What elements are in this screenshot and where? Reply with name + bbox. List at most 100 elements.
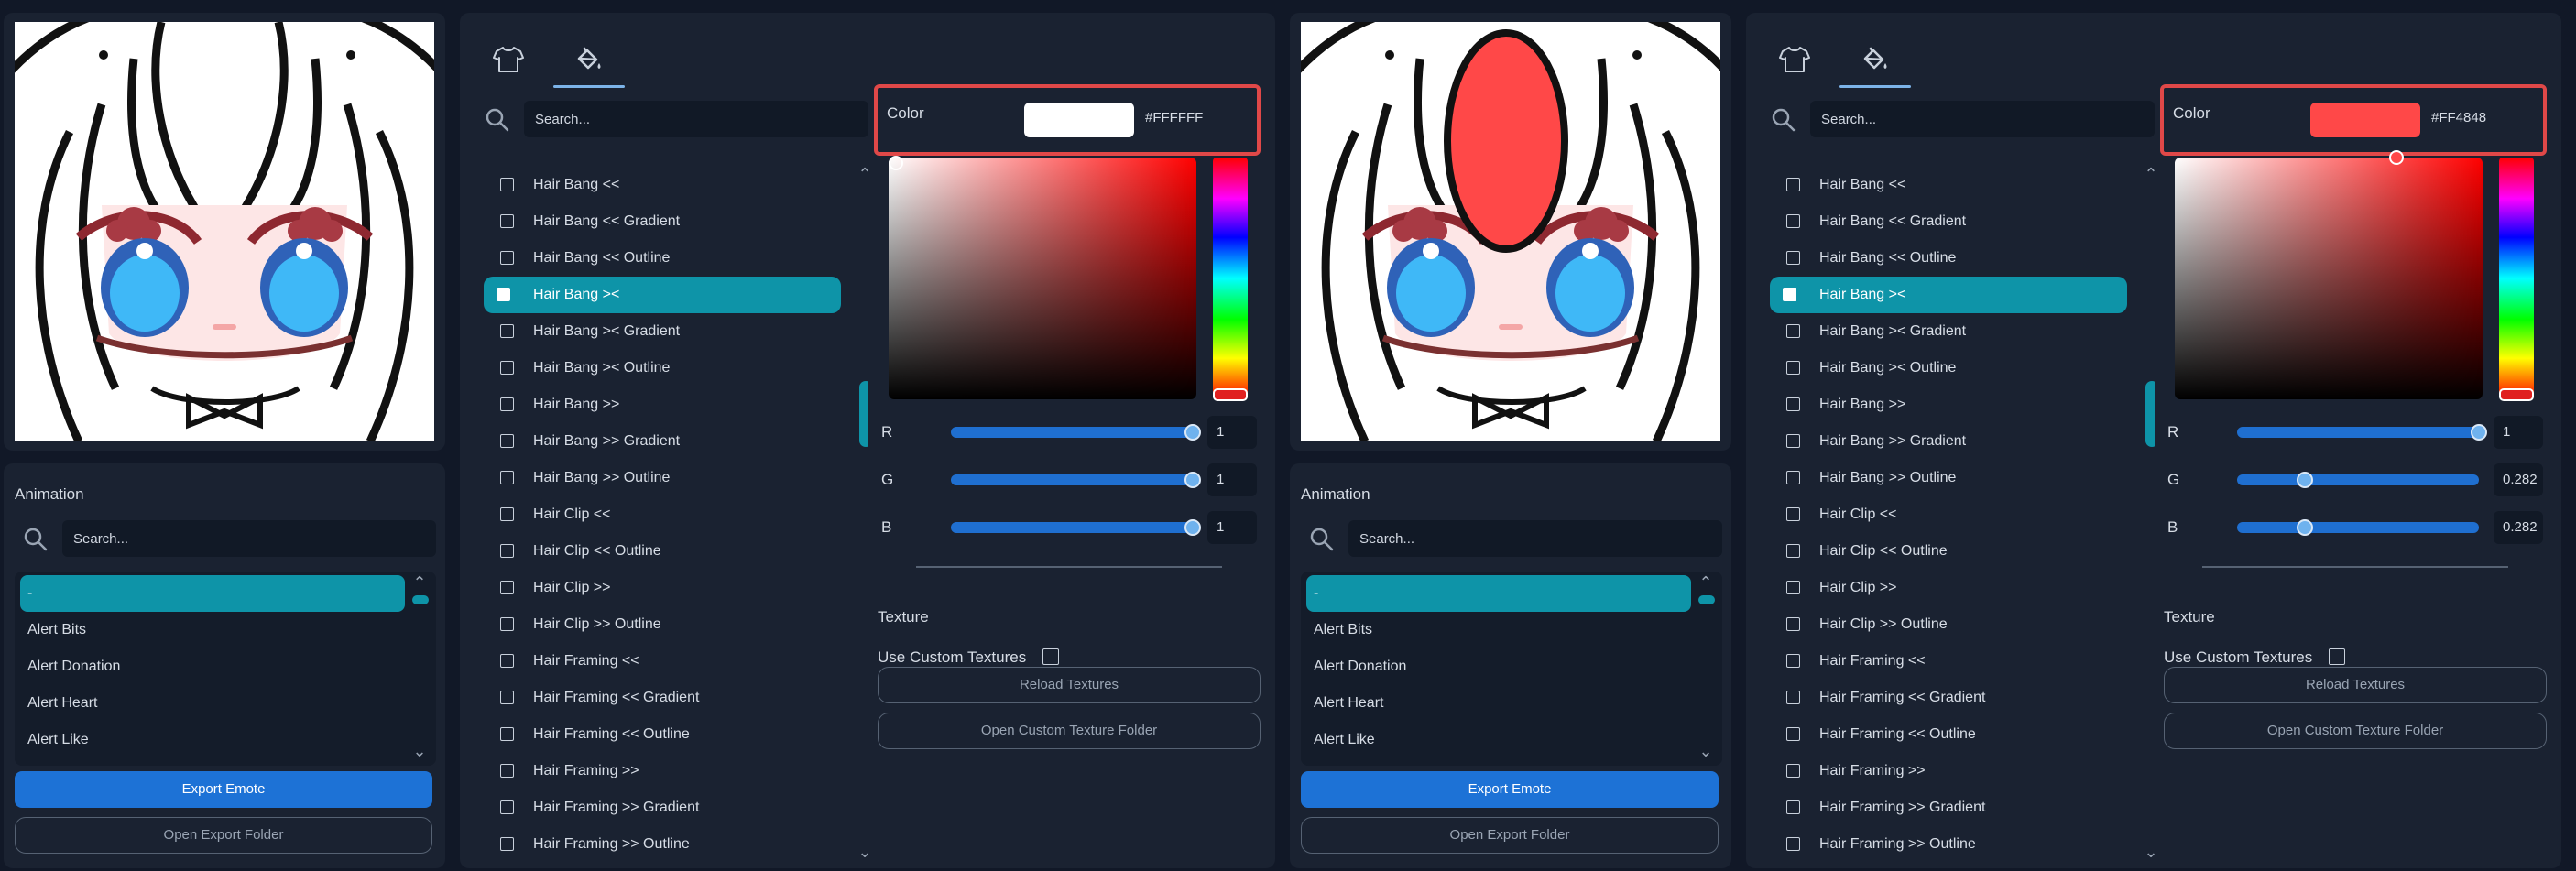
channel-r-value[interactable]: 1	[2494, 416, 2543, 449]
part-checkbox[interactable]	[500, 324, 514, 338]
part-row[interactable]: Hair Bang >> Gradient	[480, 423, 846, 460]
part-row[interactable]: Hair Bang << Outline	[1766, 240, 2133, 277]
color-swatch[interactable]	[1024, 103, 1134, 137]
part-row[interactable]: Hair Bang >>	[1766, 387, 2133, 423]
part-row[interactable]: Hair Framing << Gradient	[480, 680, 846, 716]
part-checkbox[interactable]	[1786, 727, 1800, 741]
part-checkbox[interactable]	[500, 581, 514, 594]
channel-g-slider[interactable]	[2237, 474, 2479, 485]
part-row[interactable]: Hair Clip <<	[1766, 496, 2133, 533]
part-checkbox[interactable]	[1786, 837, 1800, 851]
part-checkbox[interactable]	[500, 397, 514, 411]
animation-item-none[interactable]: -	[20, 575, 405, 612]
tab-clothing[interactable]	[473, 33, 544, 88]
use-custom-textures-checkbox[interactable]	[1042, 648, 1059, 665]
part-checkbox[interactable]	[500, 837, 514, 851]
part-checkbox[interactable]	[1786, 251, 1800, 265]
part-row[interactable]: Hair Bang >> Outline	[1766, 460, 2133, 496]
part-checkbox[interactable]	[1786, 544, 1800, 558]
channel-b-slider[interactable]	[2237, 522, 2479, 533]
part-row[interactable]: Hair Framing >>	[480, 753, 846, 789]
part-checkbox[interactable]	[1786, 654, 1800, 668]
channel-b-value[interactable]: 1	[1207, 511, 1257, 544]
part-row[interactable]: Hair Bang >< Outline	[1766, 350, 2133, 387]
saturation-value-handle[interactable]	[889, 156, 903, 170]
part-checkbox[interactable]	[500, 434, 514, 448]
part-checkbox[interactable]	[1786, 617, 1800, 631]
part-row-selected[interactable]: Hair Bang ><	[1770, 277, 2127, 313]
saturation-value-handle[interactable]	[2389, 150, 2404, 165]
part-row[interactable]: Hair Clip >> Outline	[480, 606, 846, 643]
animation-search-input[interactable]	[1348, 520, 1722, 557]
part-checkbox[interactable]	[500, 800, 514, 814]
part-checkbox[interactable]	[500, 544, 514, 558]
export-emote-button[interactable]: Export Emote	[15, 771, 432, 808]
hue-slider[interactable]	[1213, 158, 1248, 399]
part-row[interactable]: Hair Framing >>	[1766, 753, 2133, 789]
animation-item-alert-heart[interactable]: Alert Heart	[15, 685, 405, 722]
export-emote-button[interactable]: Export Emote	[1301, 771, 1719, 808]
part-row[interactable]: Hair Clip >>	[480, 570, 846, 606]
part-checkbox[interactable]	[500, 691, 514, 704]
animation-item-alert-heart[interactable]: Alert Heart	[1301, 685, 1691, 722]
chevron-down-icon[interactable]: ⌄	[410, 742, 429, 760]
open-custom-texture-folder-button[interactable]: Open Custom Texture Folder	[2164, 713, 2547, 749]
animation-search-input[interactable]	[62, 520, 436, 557]
parts-scrollbar-thumb[interactable]	[859, 381, 868, 447]
hue-slider-handle[interactable]	[2499, 388, 2534, 401]
part-checkbox[interactable]	[1786, 434, 1800, 448]
part-row[interactable]: Hair Bang << Gradient	[480, 203, 846, 240]
channel-r-slider[interactable]	[951, 427, 1193, 438]
tab-color[interactable]	[553, 33, 625, 88]
part-row[interactable]: Hair Framing >> Outline	[480, 826, 846, 863]
part-checkbox[interactable]	[1786, 764, 1800, 778]
part-checkbox[interactable]	[500, 251, 514, 265]
part-checkbox[interactable]	[1786, 581, 1800, 594]
part-row[interactable]: Hair Framing << Gradient	[1766, 680, 2133, 716]
part-row[interactable]: Hair Framing >> Outline	[1766, 826, 2133, 863]
part-checkbox[interactable]	[500, 361, 514, 375]
parts-search-input[interactable]	[524, 101, 868, 137]
part-checkbox[interactable]	[1786, 324, 1800, 338]
channel-b-value[interactable]: 0.282	[2494, 511, 2543, 544]
channel-g-value[interactable]: 0.282	[2494, 463, 2543, 496]
part-row[interactable]: Hair Bang >>	[480, 387, 846, 423]
animation-scrollbar-thumb[interactable]	[1698, 595, 1715, 604]
open-export-folder-button[interactable]: Open Export Folder	[15, 817, 432, 854]
part-checkbox[interactable]	[1786, 361, 1800, 375]
part-row[interactable]: Hair Bang >< Gradient	[480, 313, 846, 350]
part-row[interactable]: Hair Bang >> Gradient	[1766, 423, 2133, 460]
channel-g-slider[interactable]	[951, 474, 1193, 485]
parts-scrollbar-thumb[interactable]	[2145, 381, 2155, 447]
hue-slider-handle[interactable]	[1213, 388, 1248, 401]
tab-color[interactable]	[1839, 33, 1911, 88]
animation-item-alert-donation[interactable]: Alert Donation	[15, 648, 405, 685]
part-checkbox[interactable]	[1783, 288, 1796, 301]
open-custom-texture-folder-button[interactable]: Open Custom Texture Folder	[878, 713, 1261, 749]
chevron-up-icon[interactable]: ⌃	[1697, 573, 1715, 592]
saturation-value-picker[interactable]	[2175, 158, 2483, 399]
animation-item-alert-bits[interactable]: Alert Bits	[1301, 612, 1691, 648]
channel-b-knob[interactable]	[2297, 519, 2313, 536]
part-checkbox[interactable]	[1786, 691, 1800, 704]
animation-item-none[interactable]: -	[1306, 575, 1691, 612]
part-checkbox[interactable]	[1786, 507, 1800, 521]
reload-textures-button[interactable]: Reload Textures	[2164, 667, 2547, 703]
chevron-up-icon[interactable]: ⌃	[2142, 165, 2155, 183]
channel-g-knob[interactable]	[1184, 472, 1201, 488]
animation-scrollbar-thumb[interactable]	[412, 595, 429, 604]
open-export-folder-button[interactable]: Open Export Folder	[1301, 817, 1719, 854]
part-row[interactable]: Hair Framing <<	[480, 643, 846, 680]
part-checkbox[interactable]	[500, 507, 514, 521]
part-checkbox[interactable]	[500, 617, 514, 631]
color-hex-value[interactable]: #FFFFFF	[1145, 110, 1203, 125]
channel-r-knob[interactable]	[2471, 424, 2487, 441]
animation-item-alert-bits[interactable]: Alert Bits	[15, 612, 405, 648]
chevron-up-icon[interactable]: ⌃	[410, 573, 429, 592]
part-row[interactable]: Hair Clip << Outline	[480, 533, 846, 570]
chevron-down-icon[interactable]: ⌄	[1697, 742, 1715, 760]
channel-r-value[interactable]: 1	[1207, 416, 1257, 449]
part-checkbox[interactable]	[500, 764, 514, 778]
color-swatch[interactable]	[2310, 103, 2420, 137]
chevron-down-icon[interactable]: ⌄	[856, 843, 868, 861]
